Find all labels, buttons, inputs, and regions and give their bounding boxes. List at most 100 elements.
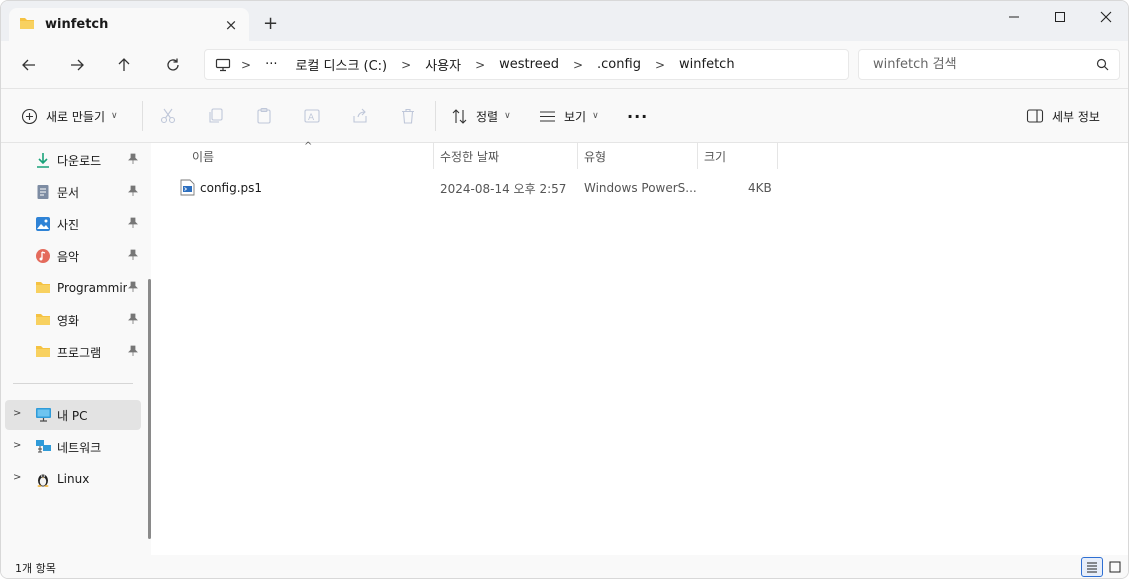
divider [142, 101, 143, 131]
address-bar[interactable]: > ··· 로컬 디스크 (C:) > 사용자 > westreed > .co… [204, 49, 849, 80]
pin-icon [127, 153, 139, 168]
close-window-button[interactable] [1083, 1, 1128, 33]
file-row[interactable]: config.ps1 2024-08-14 오후 2:57 Windows Po… [173, 177, 773, 199]
search-box[interactable] [858, 49, 1120, 80]
file-modified: 2024-08-14 오후 2:57 [440, 181, 567, 196]
column-divider[interactable] [433, 143, 434, 169]
rename-icon: A [304, 109, 320, 123]
new-tab-button[interactable]: + [263, 13, 278, 35]
tab-winfetch[interactable]: winfetch × [9, 8, 249, 41]
column-divider[interactable] [777, 143, 778, 169]
chevron-right-icon: > [572, 57, 584, 72]
paste-icon [257, 107, 271, 124]
linux-icon [35, 471, 51, 490]
forward-button[interactable] [65, 53, 89, 77]
sidebar-divider [13, 383, 133, 384]
file-explorer-window: winfetch × + > ··· 로컬 디스크 (C:) > 사용자 > w… [0, 0, 1129, 579]
view-button-label: 보기 [564, 109, 587, 124]
chevron-right-icon[interactable]: > [13, 408, 21, 419]
breadcrumb-more[interactable]: ··· [261, 57, 281, 72]
network-icon [35, 439, 52, 457]
chevron-down-icon: ∨ [111, 111, 118, 121]
sidebar-item-programming[interactable]: Programmin [5, 273, 141, 303]
sort-icon [452, 108, 467, 124]
column-header-type[interactable]: 유형 [584, 143, 694, 169]
search-icon[interactable] [1096, 58, 1109, 74]
sidebar-item-pictures[interactable]: 사진 [5, 209, 141, 239]
new-button[interactable]: 새로 만들기 ∨ [21, 103, 118, 129]
share-icon [353, 108, 367, 123]
cut-icon [160, 108, 176, 124]
tab-close-icon[interactable]: × [223, 16, 239, 34]
chevron-right-icon[interactable]: > [13, 472, 21, 483]
chevron-right-icon[interactable]: > [13, 440, 21, 451]
tiles-view-button[interactable] [1104, 557, 1126, 577]
back-button[interactable] [17, 53, 41, 77]
column-header-size[interactable]: 크기 [704, 143, 774, 169]
navigation-pane: 다운로드 문서 사진 음악 Programmin 영화 프로그램 > 내 PC … [1, 143, 151, 555]
sidebar-item-downloads[interactable]: 다운로드 [5, 145, 141, 175]
refresh-icon [167, 58, 179, 71]
breadcrumb-local-disk[interactable]: 로컬 디스크 (C:) [291, 55, 391, 74]
folder-icon [35, 280, 51, 297]
cut-button[interactable] [159, 103, 177, 129]
up-arrow-icon [118, 58, 130, 71]
sidebar-item-movies[interactable]: 영화 [5, 305, 141, 335]
picture-icon [35, 216, 51, 235]
view-button[interactable]: 보기 ∨ [539, 103, 599, 129]
tiles-view-icon [1109, 561, 1121, 573]
sidebar-item-linux[interactable]: > Linux [5, 464, 141, 494]
up-button[interactable] [112, 53, 136, 77]
share-button[interactable] [351, 103, 369, 129]
sidebar-item-documents[interactable]: 문서 [5, 177, 141, 207]
sidebar-item-programs[interactable]: 프로그램 [5, 337, 141, 367]
folder-icon [35, 344, 51, 361]
status-bar: 1개 항목 [1, 555, 1128, 578]
sidebar-item-network[interactable]: > 네트워크 [5, 432, 141, 462]
pin-icon [127, 313, 139, 328]
sidebar-item-music[interactable]: 음악 [5, 241, 141, 271]
chevron-right-icon: > [654, 57, 666, 72]
details-pane-button[interactable]: 세부 정보 [1026, 103, 1100, 129]
trash-icon [402, 108, 414, 124]
close-icon [1100, 11, 1112, 23]
chevron-down-icon: ∨ [592, 111, 599, 121]
sidebar-item-label: 네트워크 [57, 440, 102, 455]
sidebar-item-label: Programmin [57, 281, 127, 295]
search-input[interactable] [873, 57, 1083, 72]
copy-button[interactable] [207, 103, 225, 129]
pin-icon [127, 185, 139, 200]
column-header-modified[interactable]: 수정한 날짜 [440, 143, 575, 169]
paste-button[interactable] [255, 103, 273, 129]
svg-text:A: A [308, 113, 315, 123]
breadcrumb-users[interactable]: 사용자 [421, 55, 465, 74]
minimize-button[interactable] [991, 1, 1037, 33]
chevron-right-icon: > [475, 57, 486, 72]
column-divider[interactable] [577, 143, 578, 169]
maximize-button[interactable] [1037, 1, 1083, 33]
sidebar-item-this-pc[interactable]: > 내 PC [5, 400, 141, 430]
breadcrumb-winfetch[interactable]: winfetch [675, 57, 739, 72]
view-icon [540, 110, 555, 122]
sidebar-item-label: 다운로드 [57, 153, 102, 168]
pin-icon [127, 281, 139, 296]
rename-button[interactable]: A [303, 103, 321, 129]
breadcrumb-westreed[interactable]: westreed [495, 57, 563, 72]
file-size: 4KB [748, 181, 772, 195]
breadcrumb-config[interactable]: .config [593, 57, 645, 72]
powershell-script-icon [180, 179, 195, 199]
pc-icon[interactable] [215, 58, 231, 72]
more-options-button[interactable]: ··· [627, 103, 648, 129]
refresh-button[interactable] [161, 53, 185, 77]
delete-button[interactable] [399, 103, 417, 129]
column-divider[interactable] [697, 143, 698, 169]
pin-icon [127, 345, 139, 360]
details-view-button[interactable] [1081, 557, 1103, 577]
sidebar-item-label: 내 PC [57, 408, 88, 423]
maximize-icon [1055, 12, 1065, 22]
sidebar-item-label: 문서 [57, 185, 80, 200]
back-arrow-icon [22, 59, 35, 71]
sidebar-scrollbar[interactable] [148, 279, 151, 539]
sort-button[interactable]: 정렬 ∨ [451, 103, 511, 129]
column-header-name[interactable]: 이름 [192, 143, 432, 169]
